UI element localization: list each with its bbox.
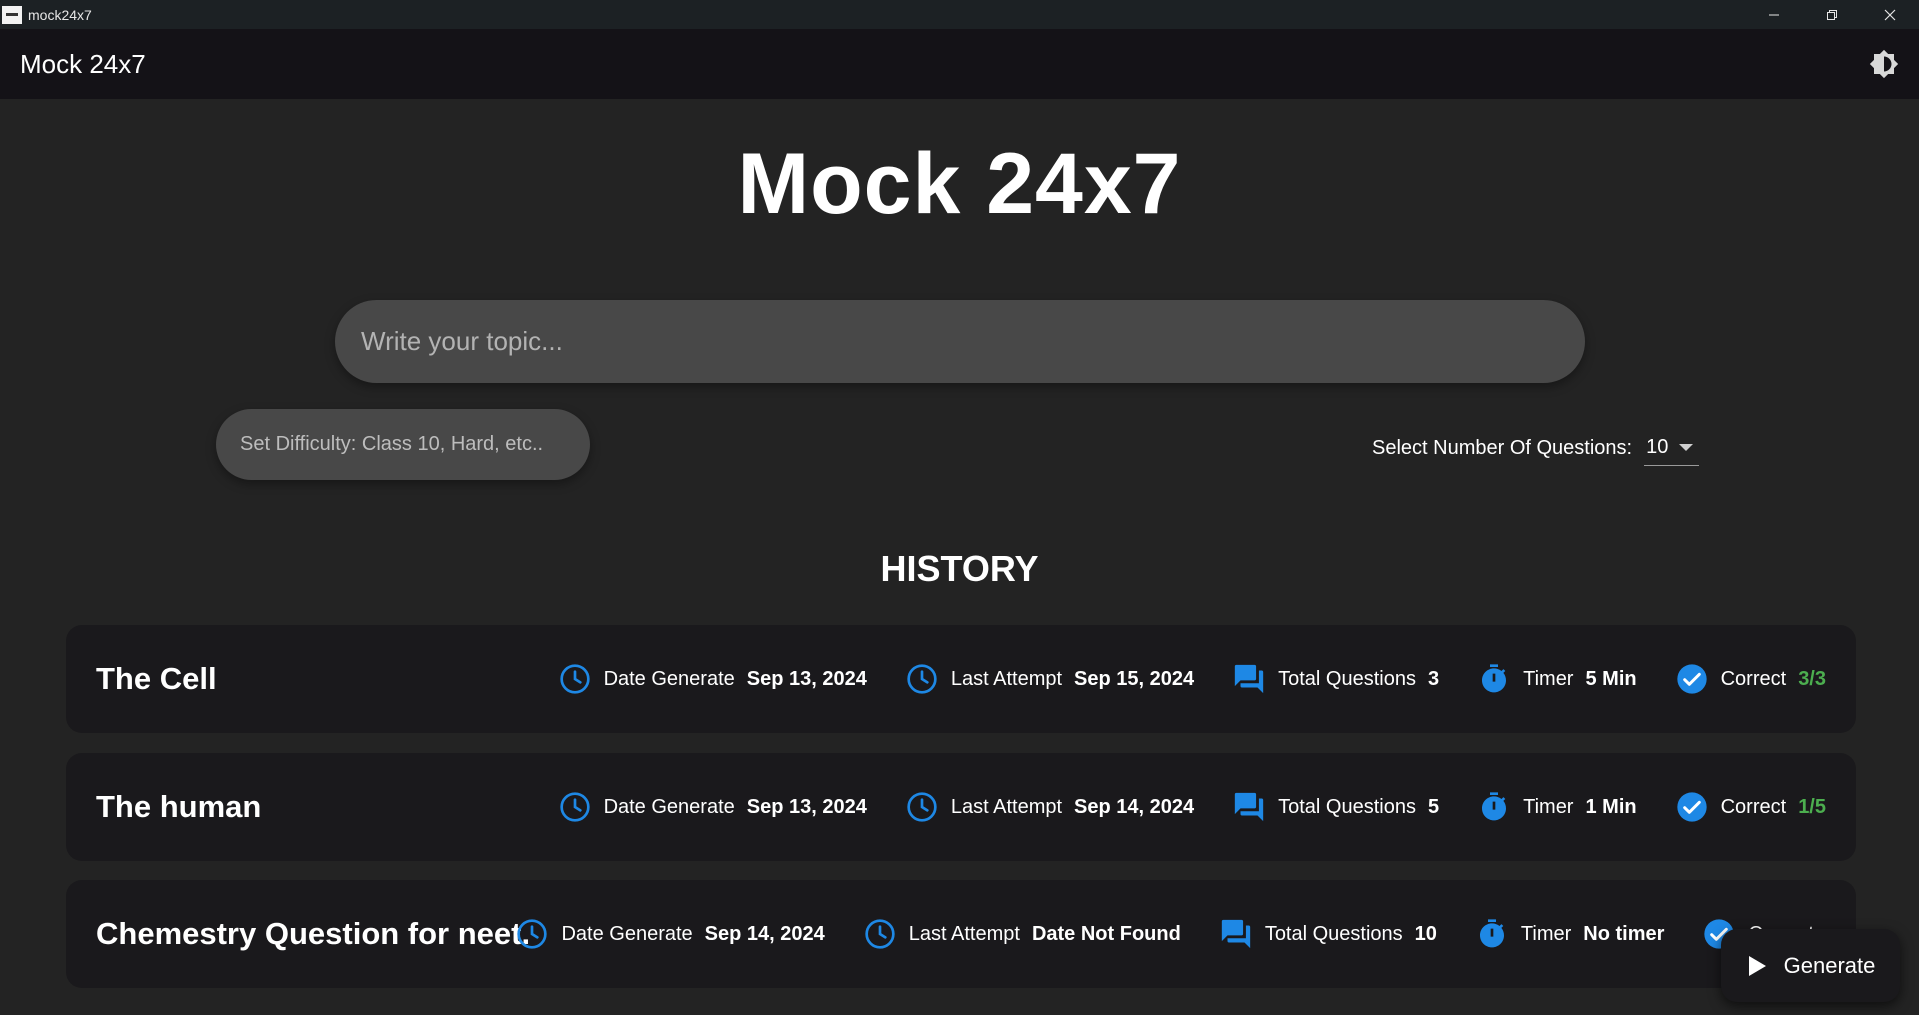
- timer-stat: Timer 1 Min: [1477, 790, 1637, 824]
- generate-button-label: Generate: [1783, 952, 1876, 978]
- clock-icon: [905, 662, 939, 696]
- minimize-button[interactable]: [1745, 0, 1803, 29]
- restore-button[interactable]: [1803, 0, 1861, 29]
- correct-stat: Correct 1/5: [1675, 790, 1826, 824]
- os-titlebar: mock24x7: [0, 0, 1919, 29]
- last-attempt-stat: Last Attempt Sep 15, 2024: [905, 662, 1194, 696]
- correct-value: 1/5: [1798, 795, 1826, 818]
- timer-label: Timer: [1523, 795, 1574, 818]
- total-questions-label: Total Questions: [1278, 667, 1416, 690]
- check-circle-icon: [1675, 790, 1709, 824]
- last-attempt-value: Sep 15, 2024: [1074, 667, 1195, 690]
- forum-icon: [1232, 790, 1266, 824]
- timer-stat: Timer No timer: [1475, 917, 1665, 951]
- play-icon: [1748, 955, 1766, 976]
- close-icon: [1884, 9, 1896, 20]
- timer-icon: [1477, 790, 1511, 824]
- history-heading: HISTORY: [880, 548, 1039, 589]
- date-generate-stat: Date Generate Sep 13, 2024: [558, 790, 867, 824]
- timer-value: 1 Min: [1585, 795, 1637, 818]
- timer-label: Timer: [1520, 922, 1572, 945]
- date-generate-value: Sep 13, 2024: [746, 795, 867, 818]
- date-generate-stat: Date Generate Sep 13, 2024: [558, 662, 867, 696]
- clock-icon: [558, 790, 592, 824]
- last-attempt-value: Sep 14, 2024: [1074, 795, 1195, 818]
- question-count-label: Select Number Of Questions:: [1372, 436, 1633, 459]
- difficulty-input[interactable]: [216, 409, 590, 480]
- timer-value: 5 Min: [1585, 667, 1637, 690]
- app-bar: Mock 24x7: [0, 29, 1919, 99]
- date-generate-label: Date Generate: [561, 922, 693, 945]
- brightness-icon: [1869, 49, 1899, 79]
- total-questions-stat: Total Questions 10: [1219, 917, 1437, 951]
- clock-icon: [558, 662, 592, 696]
- total-questions-stat: Total Questions 3: [1232, 662, 1439, 696]
- timer-stat: Timer 5 Min: [1477, 662, 1637, 696]
- timer-label: Timer: [1523, 667, 1574, 690]
- history-card[interactable]: The human Date Generate Sep 13, 2024 Las…: [66, 753, 1856, 861]
- history-card[interactable]: Chemestry Question for neet. Date Genera…: [66, 880, 1856, 988]
- history-card-title: The human: [96, 789, 262, 824]
- window-title: mock24x7: [28, 6, 92, 23]
- total-questions-value: 3: [1427, 667, 1440, 690]
- date-generate-label: Date Generate: [603, 667, 735, 690]
- close-button[interactable]: [1861, 0, 1919, 29]
- question-count-dropdown[interactable]: 10: [1644, 430, 1700, 466]
- forum-icon: [1232, 662, 1266, 696]
- correct-label: Correct: [1720, 667, 1787, 690]
- forum-icon: [1219, 917, 1253, 951]
- history-card-title: Chemestry Question for neet.: [96, 916, 531, 951]
- total-questions-label: Total Questions: [1278, 795, 1416, 818]
- window-controls: [1745, 0, 1919, 29]
- clock-icon: [863, 917, 897, 951]
- history-card-title: The Cell: [96, 661, 217, 696]
- theme-toggle-button[interactable]: [1867, 47, 1901, 81]
- last-attempt-stat: Last Attempt Date Not Found: [863, 917, 1181, 951]
- correct-label: Correct: [1720, 795, 1787, 818]
- last-attempt-label: Last Attempt: [950, 795, 1063, 818]
- timer-value: No timer: [1583, 922, 1665, 945]
- history-card-stats: Date Generate Sep 14, 2024 Last Attempt …: [477, 880, 1826, 988]
- last-attempt-stat: Last Attempt Sep 14, 2024: [905, 790, 1194, 824]
- total-questions-value: 5: [1427, 795, 1440, 818]
- total-questions-stat: Total Questions 5: [1232, 790, 1439, 824]
- clock-icon: [515, 917, 549, 951]
- date-generate-value: Sep 14, 2024: [704, 922, 825, 945]
- last-attempt-label: Last Attempt: [950, 667, 1063, 690]
- app-bar-title: Mock 24x7: [20, 48, 146, 79]
- question-count-value: 10: [1646, 436, 1669, 458]
- last-attempt-value: Date Not Found: [1031, 922, 1181, 945]
- question-count-group: Select Number Of Questions: 10: [1372, 430, 1700, 466]
- dropdown-arrow-icon: [1679, 444, 1694, 451]
- date-generate-stat: Date Generate Sep 14, 2024: [515, 917, 825, 951]
- date-generate-value: Sep 13, 2024: [746, 667, 867, 690]
- check-circle-icon: [1675, 662, 1709, 696]
- timer-icon: [1475, 917, 1509, 951]
- correct-value: 3/3: [1798, 667, 1826, 690]
- total-questions-label: Total Questions: [1264, 922, 1403, 945]
- last-attempt-label: Last Attempt: [908, 922, 1020, 945]
- date-generate-label: Date Generate: [603, 795, 735, 818]
- restore-icon: [1827, 9, 1837, 20]
- history-card[interactable]: The Cell Date Generate Sep 13, 2024 Last…: [66, 625, 1856, 733]
- topic-input[interactable]: [335, 300, 1585, 383]
- history-card-stats: Date Generate Sep 13, 2024 Last Attempt …: [520, 625, 1826, 733]
- minimize-icon: [1769, 14, 1779, 15]
- history-card-stats: Date Generate Sep 13, 2024 Last Attempt …: [520, 753, 1826, 861]
- clock-icon: [905, 790, 939, 824]
- timer-icon: [1477, 662, 1511, 696]
- app-icon: [2, 5, 22, 24]
- page-title: Mock 24x7: [737, 136, 1182, 232]
- correct-stat: Correct 3/3: [1675, 662, 1826, 696]
- generate-button[interactable]: Generate: [1721, 929, 1900, 1002]
- total-questions-value: 10: [1414, 922, 1437, 945]
